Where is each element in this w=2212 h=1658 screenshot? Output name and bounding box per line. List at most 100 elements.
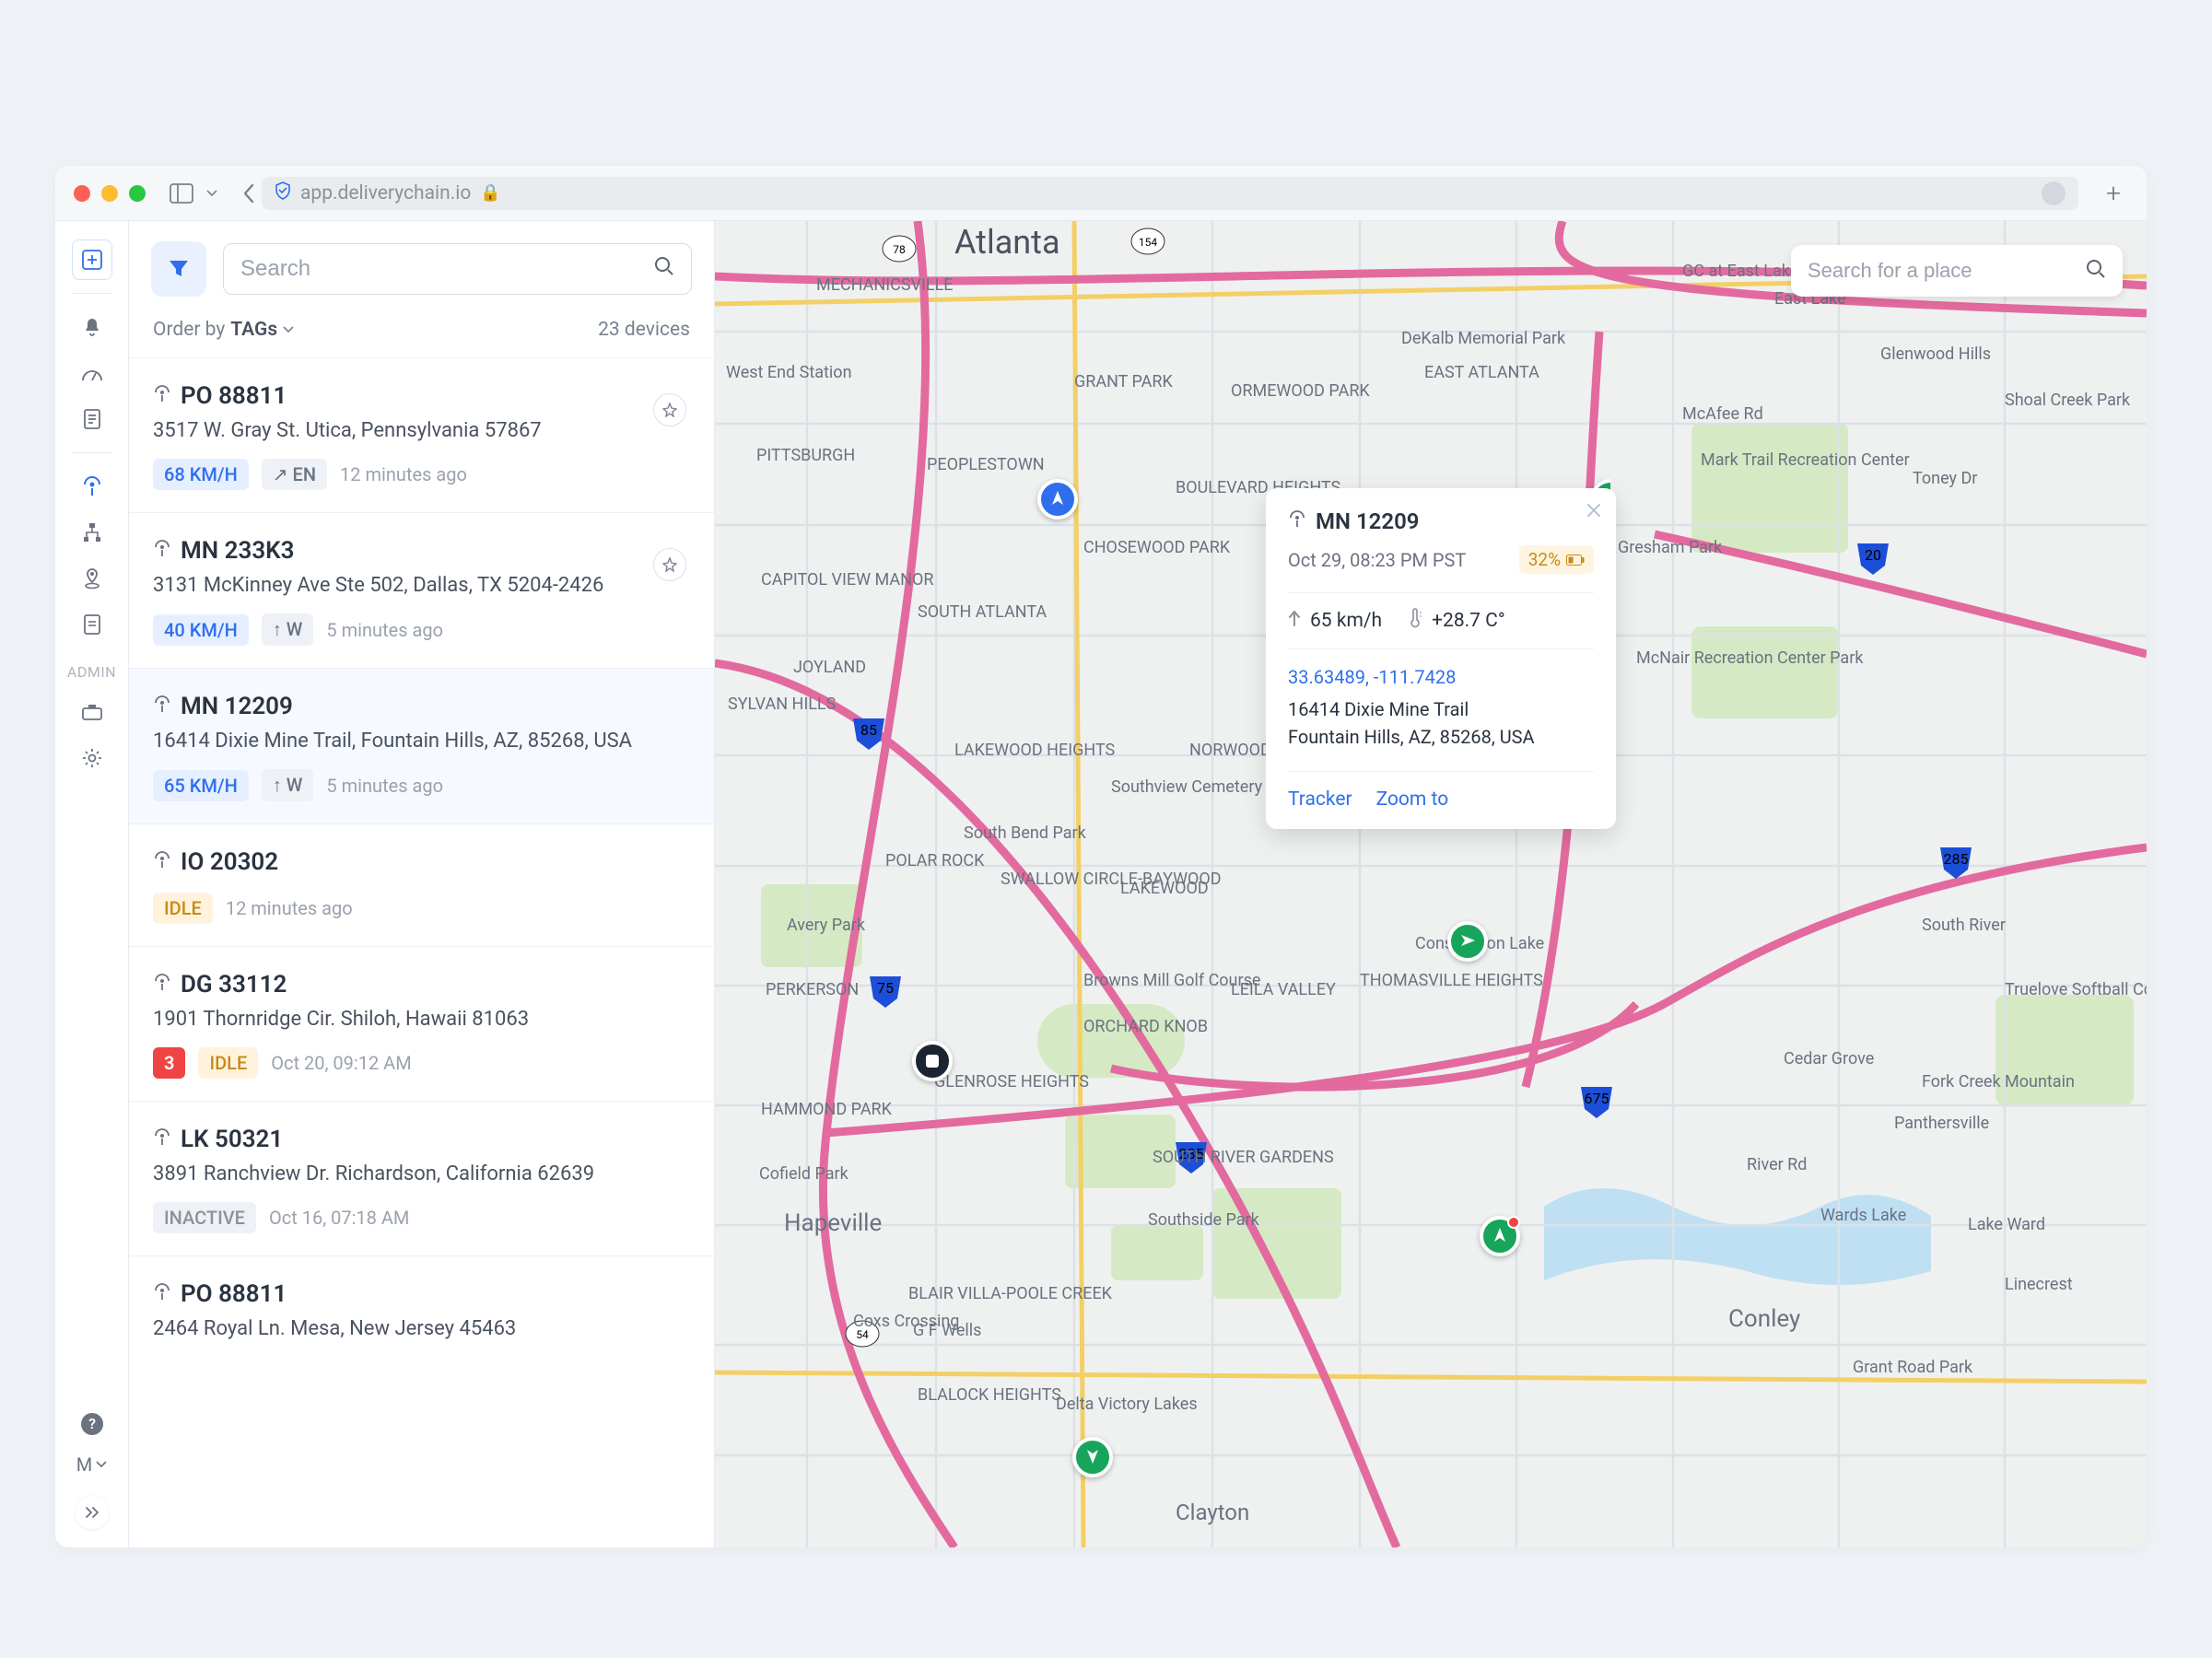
time-ago: 5 minutes ago <box>326 775 443 797</box>
map-canvas[interactable]: 85 75 285 675 20 285 78 154 155 54 Atlan… <box>715 221 2147 1547</box>
nav-documents[interactable] <box>72 604 112 645</box>
close-popup-button[interactable] <box>1585 501 1603 523</box>
alert-dot-icon <box>1507 1216 1520 1229</box>
help-button[interactable]: ? <box>72 1404 112 1444</box>
speed-tag: 65 KM/H <box>153 770 249 801</box>
popup-tracker-link[interactable]: Tracker <box>1288 788 1352 811</box>
idle-tag: IDLE <box>153 893 213 924</box>
svg-text:CAPITOL VIEW MANOR: CAPITOL VIEW MANOR <box>761 570 933 590</box>
url-text: app.deliverychain.io <box>300 182 471 204</box>
map-search[interactable] <box>1791 245 2123 297</box>
battery-badge: 32% <box>1519 545 1594 574</box>
expand-rail-button[interactable] <box>76 1496 109 1529</box>
svg-text:Coxs Crossing: Coxs Crossing <box>853 1312 959 1331</box>
nav-tracking[interactable] <box>72 466 112 507</box>
svg-text:Gresham Park: Gresham Park <box>1618 538 1723 557</box>
svg-text:Atlanta: Atlanta <box>954 223 1060 262</box>
url-bar[interactable]: app.deliverychain.io 🔒 <box>262 177 2078 210</box>
browser-back-icon[interactable] <box>236 181 262 206</box>
signal-icon <box>153 537 171 565</box>
time-ago: 5 minutes ago <box>326 619 443 641</box>
battery-icon <box>1566 555 1585 566</box>
nav-settings[interactable] <box>72 738 112 778</box>
svg-text:South Bend Park: South Bend Park <box>964 823 1087 843</box>
time-ago: Oct 16, 07:18 AM <box>269 1207 409 1229</box>
map-marker-active[interactable] <box>1037 479 1078 520</box>
order-by-toggle[interactable]: Order by TAGs <box>153 319 294 341</box>
device-address: 3891 Ranchview Dr. Richardson, Californi… <box>153 1162 690 1185</box>
nav-admin-devices[interactable] <box>72 692 112 732</box>
device-row[interactable]: PO 88811 2464 Royal Ln. Mesa, New Jersey… <box>129 1255 714 1362</box>
device-search[interactable] <box>223 243 692 295</box>
svg-text:LAKEWOOD HEIGHTS: LAKEWOOD HEIGHTS <box>954 741 1116 760</box>
device-row[interactable]: MN 12209 16414 Dixie Mine Trail, Fountai… <box>129 668 714 823</box>
signal-icon <box>153 1280 171 1308</box>
user-menu[interactable]: M <box>76 1454 107 1476</box>
admin-section-label: ADMIN <box>67 663 116 681</box>
map-marker-south[interactable] <box>1072 1437 1113 1477</box>
signal-icon <box>153 1126 171 1153</box>
pin-button[interactable] <box>653 548 686 581</box>
filter-button[interactable] <box>151 241 206 297</box>
new-tab-button[interactable]: + <box>2099 178 2128 208</box>
svg-text:River Rd: River Rd <box>1747 1155 1807 1174</box>
popup-temp: +28.7 C° <box>1432 610 1505 632</box>
nav-rail: ADMIN ? M <box>55 221 129 1547</box>
device-search-input[interactable] <box>240 256 654 282</box>
map-marker-alert[interactable] <box>1480 1216 1520 1256</box>
svg-text:Truelove Softball Complex: Truelove Softball Complex <box>2005 980 2147 999</box>
svg-text:?: ? <box>88 1415 96 1432</box>
nav-geofence[interactable] <box>72 558 112 599</box>
nav-notifications[interactable] <box>72 307 112 347</box>
svg-text:HAMMOND PARK: HAMMOND PARK <box>761 1100 893 1119</box>
svg-text:GRANT PARK: GRANT PARK <box>1074 372 1174 391</box>
speed-tag: 68 KM/H <box>153 459 249 490</box>
device-count: 23 devices <box>598 319 690 341</box>
svg-text:SOUTH ATLANTA: SOUTH ATLANTA <box>918 602 1047 622</box>
signal-icon <box>153 848 171 876</box>
maximize-window-icon[interactable] <box>129 185 146 202</box>
map-marker-stopped[interactable] <box>912 1041 953 1081</box>
device-row[interactable]: LK 50321 3891 Ranchview Dr. Richardson, … <box>129 1101 714 1255</box>
svg-text:JOYLAND: JOYLAND <box>793 658 866 677</box>
svg-text:Delta Victory Lakes: Delta Victory Lakes <box>1056 1395 1198 1414</box>
svg-text:Southside Park: Southside Park <box>1148 1210 1260 1230</box>
svg-text:PERKERSON: PERKERSON <box>766 980 859 999</box>
direction-tag: ↑ W <box>262 769 314 801</box>
svg-text:BLAIR VILLA-POOLE CREEK: BLAIR VILLA-POOLE CREEK <box>908 1284 1113 1303</box>
reader-mode-icon[interactable] <box>2042 181 2066 205</box>
device-row[interactable]: DG 33112 1901 Thornridge Cir. Shiloh, Ha… <box>129 946 714 1101</box>
popup-title: MN 12209 <box>1316 508 1420 534</box>
nav-dashboard[interactable] <box>72 353 112 393</box>
svg-text:CHOSEWOOD PARK: CHOSEWOOD PARK <box>1083 538 1231 557</box>
close-window-icon[interactable] <box>74 185 90 202</box>
popup-zoom-link[interactable]: Zoom to <box>1376 788 1449 811</box>
time-ago: Oct 20, 09:12 AM <box>271 1052 411 1074</box>
svg-text:BLALOCK HEIGHTS: BLALOCK HEIGHTS <box>918 1385 1061 1405</box>
svg-text:McNair Recreation Center Park: McNair Recreation Center Park <box>1636 648 1864 668</box>
time-ago: 12 minutes ago <box>340 463 467 485</box>
nav-hierarchy[interactable] <box>72 512 112 553</box>
svg-text:Cofield Park: Cofield Park <box>759 1164 849 1184</box>
device-id: PO 88811 <box>181 1280 287 1308</box>
add-button[interactable] <box>72 239 112 280</box>
svg-text:85: 85 <box>860 721 877 739</box>
device-row[interactable]: IO 20302 IDLE12 minutes ago <box>129 823 714 946</box>
device-row[interactable]: PO 88811 3517 W. Gray St. Utica, Pennsyl… <box>129 357 714 512</box>
minimize-window-icon[interactable] <box>101 185 118 202</box>
svg-text:South River: South River <box>1922 916 2006 935</box>
sidebar-toggle-icon[interactable] <box>170 183 217 204</box>
browser-chrome: app.deliverychain.io 🔒 + <box>55 166 2147 221</box>
device-row[interactable]: MN 233K3 3131 McKinney Ave Ste 502, Dall… <box>129 512 714 668</box>
device-id: IO 20302 <box>181 848 278 876</box>
map-marker-ok[interactable] <box>1447 921 1488 962</box>
svg-text:Southview Cemetery: Southview Cemetery <box>1111 777 1263 797</box>
svg-text:LAKEWOOD: LAKEWOOD <box>1120 879 1209 898</box>
svg-text:GC at East Lake: GC at East Lake <box>1682 262 1798 281</box>
nav-reports[interactable] <box>72 399 112 439</box>
popup-coords[interactable]: 33.63489, -111.7428 <box>1288 666 1594 688</box>
signal-icon <box>153 971 171 998</box>
pin-button[interactable] <box>653 393 686 426</box>
svg-text:SOUTH RIVER GARDENS: SOUTH RIVER GARDENS <box>1153 1148 1334 1167</box>
map-search-input[interactable] <box>1808 259 2086 283</box>
